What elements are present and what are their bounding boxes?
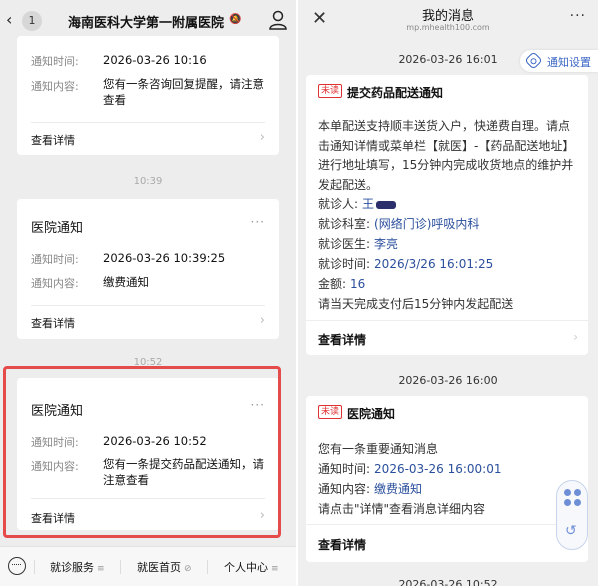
page-title: 我的消息 — [421, 9, 474, 24]
message-body: 本单配送支持顺丰送货入户，快递费自理。请点击通知详情或菜单栏【就医】-【药品配送… — [318, 119, 575, 192]
menu-item-personal-center[interactable]: 个人中心 ≡ — [224, 559, 279, 575]
patient-value: 王 — [362, 197, 375, 211]
profile-icon[interactable] — [268, 9, 288, 31]
keyboard-icon[interactable] — [8, 557, 26, 575]
chevron-right-icon: › — [259, 130, 265, 145]
menu-item-label: 就医首页 — [137, 561, 181, 574]
notification-settings-button[interactable]: 通知设置 — [520, 50, 598, 72]
divider — [306, 320, 588, 321]
notice-time-row: 通知时间: 2026-03-26 16:00:01 — [318, 460, 502, 477]
divider — [306, 524, 588, 525]
menu-item-visit-service[interactable]: 就诊服务 ≡ — [50, 559, 105, 575]
floating-control: ↺ — [556, 480, 588, 550]
message-time: 2026-03-26 16:00 — [398, 374, 498, 387]
menu-item-label: 个人中心 — [224, 561, 268, 574]
return-icon[interactable]: ↺ — [565, 523, 577, 539]
content-value: 您有一条咨询回复提醒，请注意查看 — [103, 77, 264, 107]
department-value: (网络门诊)呼吸内科 — [374, 217, 480, 231]
card-title: 医院通知 — [31, 221, 84, 236]
message-title: 医院通知 — [347, 407, 396, 421]
unread-tag: 未读 — [318, 405, 342, 419]
notification-card: 通知时间: 2026-03-26 10:16 通知内容: 您有一条咨询回复提醒，… — [17, 36, 279, 155]
content-value: 缴费通知 — [103, 275, 149, 289]
back-icon[interactable]: ‹ — [6, 10, 12, 29]
messages-header: ✕ 我的消息 mp.mhealth100.com ··· — [298, 0, 598, 40]
view-details-link[interactable]: 查看详情 — [31, 315, 75, 331]
message-time: 2026-03-26 10:52 — [398, 578, 498, 586]
notification-card: 医院通知 ··· 通知时间: 2026-03-26 10:39:25 通知内容:… — [17, 199, 279, 339]
divider — [120, 560, 121, 574]
time-label: 通知时间: — [31, 55, 79, 68]
bottom-menu: 就诊服务 ≡ 就医首页 ⊘ 个人中心 ≡ — [0, 546, 296, 586]
more-options-icon[interactable]: ··· — [570, 8, 586, 24]
unread-count-badge: 1 — [22, 11, 42, 31]
view-details-link[interactable]: 查看详情 — [318, 331, 366, 348]
amount-label: 金额: — [318, 277, 347, 291]
amount-row: 金额: 16 — [318, 275, 365, 292]
department-row: 就诊科室: (网络门诊)呼吸内科 — [318, 215, 479, 232]
notice-content-value: 缴费通知 — [374, 482, 423, 496]
settings-icon — [524, 51, 543, 70]
notice-time-label: 通知时间: — [318, 462, 371, 476]
detail-hint: 请点击"详情"查看消息详细内容 — [318, 502, 486, 516]
doctor-row: 就诊医生: 李亮 — [318, 235, 398, 252]
menu-item-home[interactable]: 就医首页 ⊘ — [137, 559, 192, 575]
menu-icon: ≡ — [271, 564, 279, 574]
doctor-value: 李亮 — [374, 237, 399, 251]
time-value: 2026-03-26 10:39:25 — [103, 251, 226, 265]
right-messages-screen: ✕ 我的消息 mp.mhealth100.com ··· 2026-03-26 … — [298, 0, 598, 586]
divider — [207, 560, 208, 574]
redaction-mark — [376, 200, 397, 209]
view-details-link[interactable]: 查看详情 — [31, 132, 75, 148]
message-title: 提交药品配送通知 — [347, 86, 444, 100]
time-label: 通知时间: — [31, 253, 79, 266]
notice-time-value: 2026-03-26 16:00:01 — [374, 462, 502, 476]
divider — [31, 122, 265, 123]
more-options-icon[interactable]: ··· — [251, 215, 265, 229]
chat-title: 海南医科大学第一附属医院 — [68, 16, 225, 31]
visit-time-row: 就诊时间: 2026/3/26 16:01:25 — [318, 255, 493, 272]
chevron-right-icon: › — [573, 330, 578, 344]
message-card: 未读 医院通知 您有一条重要通知消息 通知时间: 2026-03-26 16:00… — [306, 396, 588, 562]
message-card: 未读 提交药品配送通知 本单配送支持顺丰送货入户，快递费自理。请点击通知详情或菜… — [306, 75, 588, 355]
link-icon: ⊘ — [184, 564, 192, 574]
content-label: 通知内容: — [31, 80, 79, 93]
left-chat-screen: ‹ 1 海南医科大学第一附属医院 🔕 通知时间: 2026-03-26 10:1… — [0, 0, 296, 586]
menu-icon: ≡ — [97, 564, 105, 574]
divider — [34, 560, 35, 574]
divider — [31, 305, 265, 306]
department-label: 就诊科室: — [318, 217, 371, 231]
mute-icon: 🔕 — [229, 14, 242, 25]
message-line: 您有一条重要通知消息 — [318, 442, 439, 456]
unread-tag: 未读 — [318, 84, 342, 98]
amount-value: 16 — [350, 277, 366, 291]
chevron-right-icon: › — [259, 313, 265, 328]
notice-content-row: 通知内容: 缴费通知 — [318, 480, 422, 497]
notice-content-label: 通知内容: — [318, 482, 371, 496]
menu-item-label: 就诊服务 — [50, 561, 94, 574]
page-domain: mp.mhealth100.com — [406, 23, 490, 32]
time-separator: 10:39 — [133, 176, 163, 187]
view-details-link[interactable]: 查看详情 — [318, 536, 366, 553]
notification-settings-label: 通知设置 — [547, 56, 591, 69]
patient-label: 就诊人: — [318, 197, 359, 211]
payment-note: 请当天完成支付后15分钟内发起配送 — [318, 297, 514, 311]
highlight-box — [3, 366, 281, 538]
apps-icon[interactable] — [564, 489, 582, 507]
content-label: 通知内容: — [31, 277, 79, 290]
visit-time-label: 就诊时间: — [318, 257, 371, 271]
time-value: 2026-03-26 10:16 — [103, 53, 207, 67]
doctor-label: 就诊医生: — [318, 237, 371, 251]
visit-time-value: 2026/3/26 16:01:25 — [374, 257, 494, 271]
patient-row: 就诊人: 王 — [318, 195, 397, 212]
